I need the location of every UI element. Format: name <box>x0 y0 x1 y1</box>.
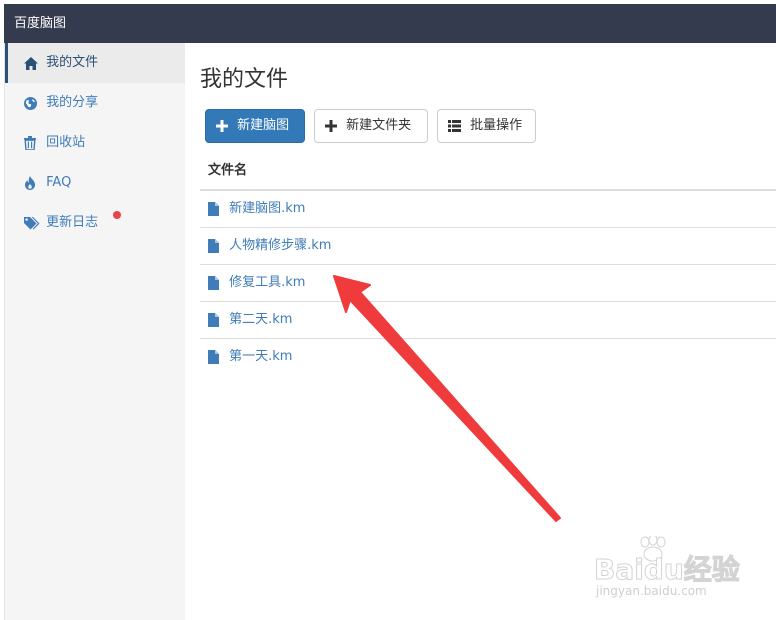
fire-icon <box>24 176 40 190</box>
file-table: 文件名 新建脑图.km 人物精修步骤.km 修复工具.km 第二天.km 第一天… <box>200 153 776 375</box>
file-name-link[interactable]: 修复工具.km <box>229 275 305 290</box>
file-name-link[interactable]: 新建脑图.km <box>229 201 305 216</box>
sidebar-item-changelog[interactable]: 更新日志 <box>5 203 185 243</box>
sidebar-item-label: 回收站 <box>46 135 86 150</box>
column-header-filename[interactable]: 文件名 <box>200 153 776 191</box>
sidebar: 我的文件 我的分享 回收站 FAQ 更新日志 <box>4 43 185 620</box>
top-navbar: 百度脑图 <box>4 4 776 43</box>
sidebar-item-label: 我的分享 <box>46 95 99 110</box>
file-icon <box>208 239 219 253</box>
batch-operation-button[interactable]: 批量操作 <box>437 109 536 143</box>
list-icon <box>448 120 461 132</box>
plus-icon <box>325 120 337 132</box>
file-icon <box>208 276 219 290</box>
new-mindmap-label: 新建脑图 <box>237 118 290 133</box>
file-name-link[interactable]: 第一天.km <box>229 349 292 364</box>
main-content: 我的文件 新建脑图 新建文件夹 批量操作 文件名 新建脑图.km 人物精修步骤.… <box>200 43 776 620</box>
sidebar-item-label: 我的文件 <box>46 55 99 70</box>
sidebar-item-recycle-bin[interactable]: 回收站 <box>5 123 185 163</box>
file-row[interactable]: 第一天.km <box>200 339 776 375</box>
app-title[interactable]: 百度脑图 <box>4 16 66 31</box>
notification-dot <box>113 211 121 219</box>
tags-icon <box>24 216 40 230</box>
page-title: 我的文件 <box>200 67 289 92</box>
file-row[interactable]: 修复工具.km <box>200 265 776 302</box>
file-row[interactable]: 人物精修步骤.km <box>200 228 776 265</box>
file-icon <box>208 350 219 364</box>
file-icon <box>208 313 219 327</box>
globe-icon <box>24 96 40 110</box>
trash-icon <box>24 136 40 150</box>
file-name-link[interactable]: 人物精修步骤.km <box>229 238 331 253</box>
sidebar-item-my-shares[interactable]: 我的分享 <box>5 83 185 123</box>
app-window: 百度脑图 我的文件 我的分享 回收站 FAQ 更新日志 我的文件 新建脑图 新建… <box>0 0 776 620</box>
sidebar-item-label: 更新日志 <box>46 215 99 230</box>
plus-icon <box>216 120 228 132</box>
file-name-link[interactable]: 第二天.km <box>229 312 292 327</box>
file-icon <box>208 202 219 216</box>
new-folder-button[interactable]: 新建文件夹 <box>314 109 428 143</box>
file-row[interactable]: 第二天.km <box>200 302 776 339</box>
file-row[interactable]: 新建脑图.km <box>200 191 776 228</box>
new-mindmap-button[interactable]: 新建脑图 <box>205 109 305 143</box>
sidebar-item-label: FAQ <box>46 175 72 190</box>
sidebar-item-faq[interactable]: FAQ <box>5 163 185 203</box>
home-icon <box>24 56 40 70</box>
batch-operation-label: 批量操作 <box>470 118 523 133</box>
new-folder-label: 新建文件夹 <box>346 118 412 133</box>
sidebar-item-my-files[interactable]: 我的文件 <box>5 43 185 83</box>
